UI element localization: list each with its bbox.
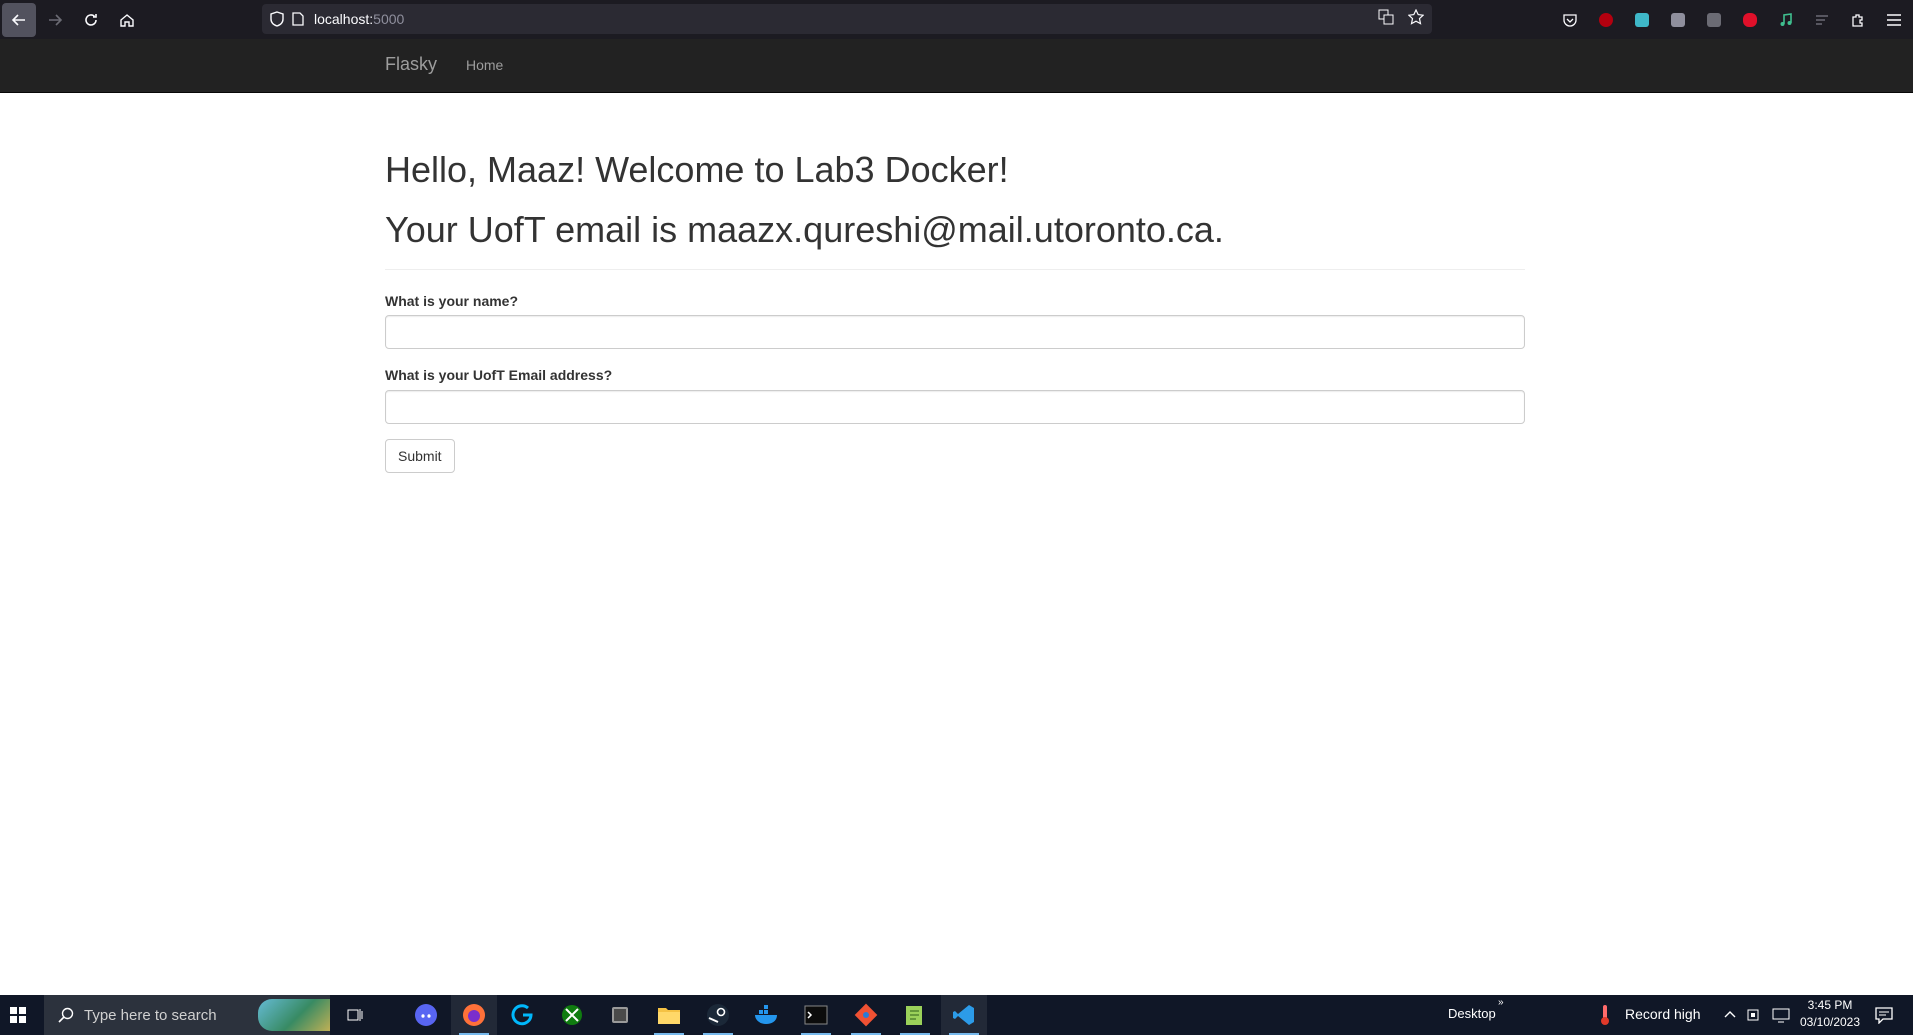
url-port: 5000 (373, 11, 405, 27)
task-view-button[interactable] (332, 995, 378, 1035)
search-highlight-image (258, 999, 330, 1031)
vscode-icon (953, 1005, 974, 1025)
star-icon[interactable] (1407, 8, 1425, 30)
taskbar-git[interactable] (843, 995, 889, 1035)
music-extension-icon[interactable] (1773, 7, 1799, 33)
firefox-icon (463, 1004, 485, 1026)
weather-text[interactable]: Record high (1625, 1006, 1701, 1022)
taskbar-discord[interactable] (403, 995, 449, 1035)
search-icon (58, 1007, 74, 1023)
windows-taskbar: Type here to search Desktop » Record hig… (0, 995, 1913, 1035)
browser-toolbar: localhost:5000 (0, 0, 1913, 39)
page-icon[interactable] (292, 12, 304, 26)
list-extension-icon[interactable] (1809, 7, 1835, 33)
usb-device-icon[interactable] (1746, 1007, 1760, 1023)
url-text: localhost:5000 (314, 11, 404, 27)
k-extension-icon[interactable] (1701, 7, 1727, 33)
clock-time: 3:45 PM (1807, 998, 1853, 1012)
name-input[interactable] (385, 315, 1525, 349)
reload-button[interactable] (74, 3, 108, 37)
folder-icon (658, 1008, 680, 1024)
youtube-extension-icon[interactable] (1737, 7, 1763, 33)
back-button[interactable] (2, 2, 36, 37)
taskbar-xbox[interactable] (549, 995, 595, 1035)
thermometer-icon[interactable] (1598, 1004, 1612, 1026)
home-icon (120, 13, 134, 27)
steam-icon (707, 1004, 729, 1026)
xbox-icon (562, 1005, 582, 1025)
terminal-icon (804, 1005, 828, 1025)
translate-icon[interactable] (1378, 9, 1394, 30)
git-icon (854, 1003, 878, 1027)
nav-home-link[interactable]: Home (466, 57, 503, 73)
task-view-icon (347, 1009, 363, 1021)
taskbar-vscode[interactable] (941, 995, 987, 1035)
email-input[interactable] (385, 390, 1525, 424)
forward-button[interactable] (38, 3, 72, 37)
system-clock[interactable]: 3:45 PM 03/10/2023 (1790, 997, 1870, 1031)
clock-date: 03/10/2023 (1799, 1015, 1861, 1029)
email-heading: Your UofT email is maazx.qureshi@mail.ut… (385, 209, 1224, 250)
home-button[interactable] (110, 3, 144, 37)
arrow-left-icon (11, 13, 25, 26)
taskbar-app-gray[interactable] (597, 995, 643, 1035)
shield-icon[interactable] (270, 11, 284, 27)
taskbar-logitech[interactable] (500, 995, 546, 1035)
submit-button[interactable]: Submit (385, 439, 455, 473)
arrow-right-icon (49, 13, 63, 26)
extensions-area (1557, 0, 1907, 39)
taskbar-docker[interactable] (744, 995, 790, 1035)
discord-icon (415, 1004, 437, 1026)
reload-icon (85, 13, 97, 26)
notification-icon[interactable] (1875, 1006, 1893, 1024)
taskbar-notepad[interactable] (892, 995, 938, 1035)
reader-extension-icon[interactable] (1665, 7, 1691, 33)
chevron-double-right-icon[interactable]: » (1498, 997, 1504, 1008)
email-label: What is your UofT Email address? (385, 367, 613, 383)
brand-link[interactable]: Flasky (385, 54, 437, 75)
taskbar-firefox[interactable] (451, 995, 497, 1035)
taskbar-terminal[interactable] (793, 995, 839, 1035)
ublock-icon[interactable] (1593, 7, 1619, 33)
header-divider (385, 269, 1525, 270)
address-bar[interactable]: localhost:5000 (262, 4, 1432, 34)
url-host: localhost: (314, 11, 374, 27)
chevron-up-icon[interactable] (1724, 1009, 1736, 1019)
save-extension-icon[interactable] (1629, 7, 1655, 33)
docker-icon (755, 1005, 777, 1024)
app-window-icon (612, 1007, 628, 1023)
network-icon[interactable] (1772, 1007, 1790, 1023)
start-button[interactable] (0, 995, 36, 1035)
taskbar-steam[interactable] (695, 995, 741, 1035)
logitech-icon (511, 1004, 533, 1026)
notepad-icon (906, 1006, 922, 1025)
greeting-heading: Hello, Maaz! Welcome to Lab3 Docker! (385, 149, 1009, 190)
extensions-puzzle-icon[interactable] (1845, 7, 1871, 33)
taskbar-file-explorer[interactable] (646, 995, 692, 1035)
pocket-icon[interactable] (1557, 7, 1583, 33)
site-navbar: Flasky Home (0, 39, 1913, 93)
desktop-toolbar-label[interactable]: Desktop (1448, 1006, 1496, 1021)
taskbar-search-box[interactable]: Type here to search (44, 995, 330, 1035)
windows-logo-icon (10, 1007, 26, 1023)
menu-icon[interactable] (1881, 7, 1907, 33)
name-label: What is your name? (385, 293, 519, 309)
search-placeholder: Type here to search (84, 1006, 217, 1024)
